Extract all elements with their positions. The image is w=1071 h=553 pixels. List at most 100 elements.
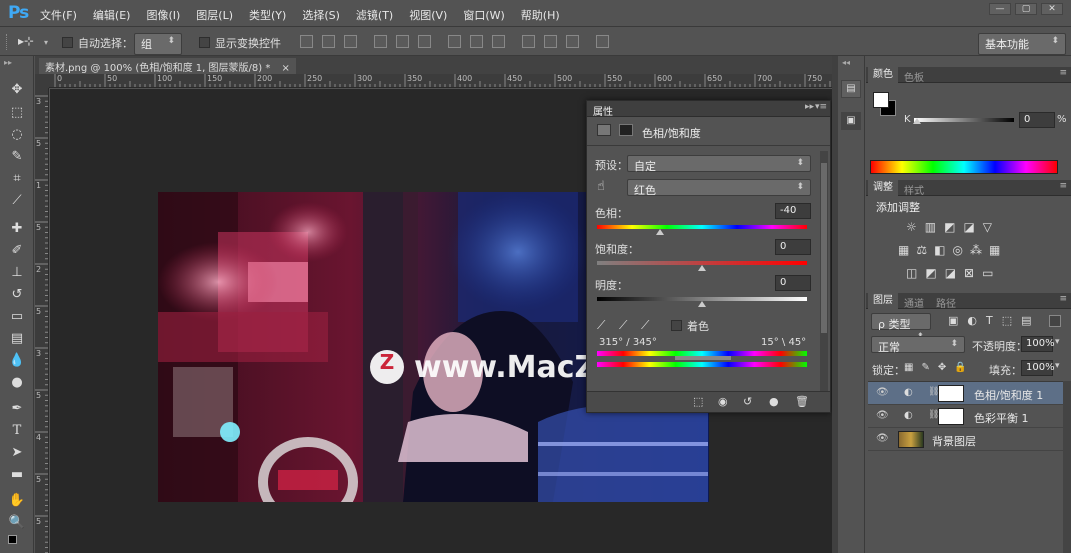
eyedropper-icon[interactable]: ⟋ xyxy=(597,318,605,333)
layer-row[interactable]: 👁 ◐ ⛓ 色相/饱和度 1 xyxy=(868,382,1063,405)
dodge-tool-icon[interactable]: ● xyxy=(6,373,28,393)
workspace-dropdown[interactable]: 基本功能 ⬍ xyxy=(978,33,1066,55)
menu-view[interactable]: 视图(V) xyxy=(409,7,447,23)
eyedropper-subtract-icon[interactable]: ⟋ xyxy=(641,318,649,333)
posterize-icon[interactable]: ◩ xyxy=(925,266,936,280)
tab-swatches[interactable]: 色板 xyxy=(904,69,924,84)
properties-tab[interactable]: 属性 xyxy=(593,103,613,118)
hue-slider-thumb[interactable] xyxy=(656,229,664,235)
history-panel-icon[interactable]: ▤ xyxy=(841,80,861,98)
menu-type[interactable]: 类型(Y) xyxy=(249,7,286,23)
curves-icon[interactable]: ◩ xyxy=(944,220,955,234)
auto-select-dropdown[interactable]: 组 ⬍ xyxy=(134,33,182,55)
properties-panel-icon[interactable]: ▣ xyxy=(841,112,861,130)
align-hcenter-icon[interactable] xyxy=(396,35,409,48)
reset-icon[interactable]: ↺ xyxy=(743,395,752,408)
distribute-bottom-icon[interactable] xyxy=(492,35,505,48)
menu-edit[interactable]: 编辑(E) xyxy=(93,7,131,23)
eyedropper-add-icon[interactable]: ⟋ xyxy=(619,318,627,333)
black-white-icon[interactable]: ◧ xyxy=(934,243,945,257)
distribute-left-icon[interactable] xyxy=(522,35,535,48)
eye-icon[interactable]: 👁 xyxy=(876,433,889,444)
filter-shape-icon[interactable]: ⬚ xyxy=(1002,314,1012,327)
color-fg-swatch[interactable] xyxy=(873,92,889,108)
filter-adjustment-icon[interactable]: ◐ xyxy=(967,314,977,327)
lasso-tool-icon[interactable]: ◌ xyxy=(6,125,28,145)
align-left-icon[interactable] xyxy=(374,35,387,48)
align-right-icon[interactable] xyxy=(418,35,431,48)
chevron-down-icon[interactable]: ▾ xyxy=(1055,337,1060,347)
photo-filter-icon[interactable]: ◎ xyxy=(952,243,962,257)
blur-tool-icon[interactable]: 💧 xyxy=(6,351,28,371)
distribute-right-icon[interactable] xyxy=(566,35,579,48)
move-tool-icon[interactable]: ✥ xyxy=(6,80,28,100)
shape-tool-icon[interactable]: ▬ xyxy=(6,465,28,485)
lightness-input[interactable]: 0 xyxy=(775,275,811,291)
targeted-adjust-hand-icon[interactable]: ☝ xyxy=(597,179,605,194)
saturation-slider-thumb[interactable] xyxy=(698,265,706,271)
layer-name[interactable]: 背景图层 xyxy=(932,433,976,449)
menu-layer[interactable]: 图层(L) xyxy=(196,7,233,23)
eraser-tool-icon[interactable]: ▭ xyxy=(6,307,28,327)
menu-file[interactable]: 文件(F) xyxy=(40,7,77,23)
color-lookup-icon[interactable]: ▦ xyxy=(989,243,1000,257)
layer-name[interactable]: 色相/饱和度 1 xyxy=(974,387,1043,403)
k-input[interactable]: 0 xyxy=(1019,112,1055,128)
collapse-icon[interactable]: ▸▸ xyxy=(805,102,814,112)
layer-row[interactable]: 👁 背景图层 xyxy=(868,428,1063,451)
panel-menu-icon[interactable]: ≡ xyxy=(1059,294,1067,304)
align-vcenter-icon[interactable] xyxy=(322,35,335,48)
eye-icon[interactable]: 👁 xyxy=(876,410,889,421)
exposure-icon[interactable]: ◪ xyxy=(963,220,974,234)
lightness-slider-thumb[interactable] xyxy=(698,301,706,307)
align-bottom-icon[interactable] xyxy=(344,35,357,48)
levels-icon[interactable]: ▥ xyxy=(925,220,936,234)
saturation-input[interactable]: 0 xyxy=(775,239,811,255)
panel-menu-icon[interactable]: ▾≡ xyxy=(815,102,827,112)
filter-type-icon[interactable]: T xyxy=(986,314,993,327)
gradient-tool-icon[interactable]: ▤ xyxy=(6,329,28,349)
lock-transparent-icon[interactable]: ▦ xyxy=(904,362,913,373)
menu-filter[interactable]: 滤镜(T) xyxy=(356,7,393,23)
layer-thumbnail[interactable] xyxy=(898,431,924,448)
document-tab[interactable]: 素材.png @ 100% (色相/饱和度 1, 图层蒙版/8) * × xyxy=(39,58,296,74)
k-slider-track[interactable] xyxy=(914,118,1014,122)
maximize-button[interactable]: ▢ xyxy=(1015,3,1037,15)
opacity-input[interactable]: 100% xyxy=(1021,336,1055,352)
mask-icon[interactable] xyxy=(619,124,633,136)
k-slider-thumb[interactable] xyxy=(913,118,921,124)
zoom-tool-icon[interactable]: 🔍 xyxy=(6,513,28,533)
auto-select-checkbox[interactable] xyxy=(62,37,73,48)
hue-saturation-icon[interactable]: ▦ xyxy=(898,243,909,257)
selective-color-icon[interactable]: ⊠ xyxy=(964,266,974,280)
tab-color[interactable]: 颜色 xyxy=(868,67,898,83)
eye-icon[interactable]: 👁 xyxy=(876,387,889,398)
align-top-icon[interactable] xyxy=(300,35,313,48)
tab-layers[interactable]: 图层 xyxy=(868,293,898,309)
colorize-checkbox[interactable] xyxy=(671,320,682,331)
hue-slider-track[interactable] xyxy=(597,225,807,229)
filter-pixel-icon[interactable]: ▣ xyxy=(948,314,958,327)
lock-position-icon[interactable]: ✥ xyxy=(938,362,946,373)
menu-select[interactable]: 选择(S) xyxy=(302,7,340,23)
layer-row[interactable]: 👁 ◐ ⛓ 色彩平衡 1 xyxy=(868,405,1063,428)
clip-to-layer-icon[interactable]: ⬚ xyxy=(693,395,703,408)
foreground-color-swatch[interactable] xyxy=(8,535,17,544)
lock-image-icon[interactable]: ✎ xyxy=(921,362,929,373)
invert-icon[interactable]: ◫ xyxy=(906,266,917,280)
brush-tool-icon[interactable]: ✐ xyxy=(6,241,28,261)
marquee-tool-icon[interactable]: ⬚ xyxy=(6,103,28,123)
minimize-button[interactable]: — xyxy=(989,3,1011,15)
layer-kind-filter[interactable]: ρ 类型⬍ xyxy=(871,313,931,342)
threshold-icon[interactable]: ◪ xyxy=(945,266,956,280)
pen-tool-icon[interactable]: ✒ xyxy=(6,399,28,419)
chevron-down-icon[interactable]: ▾ xyxy=(1055,361,1060,371)
close-window-button[interactable]: ✕ xyxy=(1041,3,1063,15)
brightness-icon[interactable]: ☼ xyxy=(906,220,917,234)
quick-select-tool-icon[interactable]: ✎ xyxy=(6,147,28,167)
filter-smart-icon[interactable]: ▤ xyxy=(1021,314,1031,327)
tab-styles[interactable]: 样式 xyxy=(904,182,924,197)
range-selector[interactable] xyxy=(675,356,731,360)
layer-mask-thumbnail[interactable] xyxy=(938,408,964,425)
close-tab-icon[interactable]: × xyxy=(282,63,290,74)
